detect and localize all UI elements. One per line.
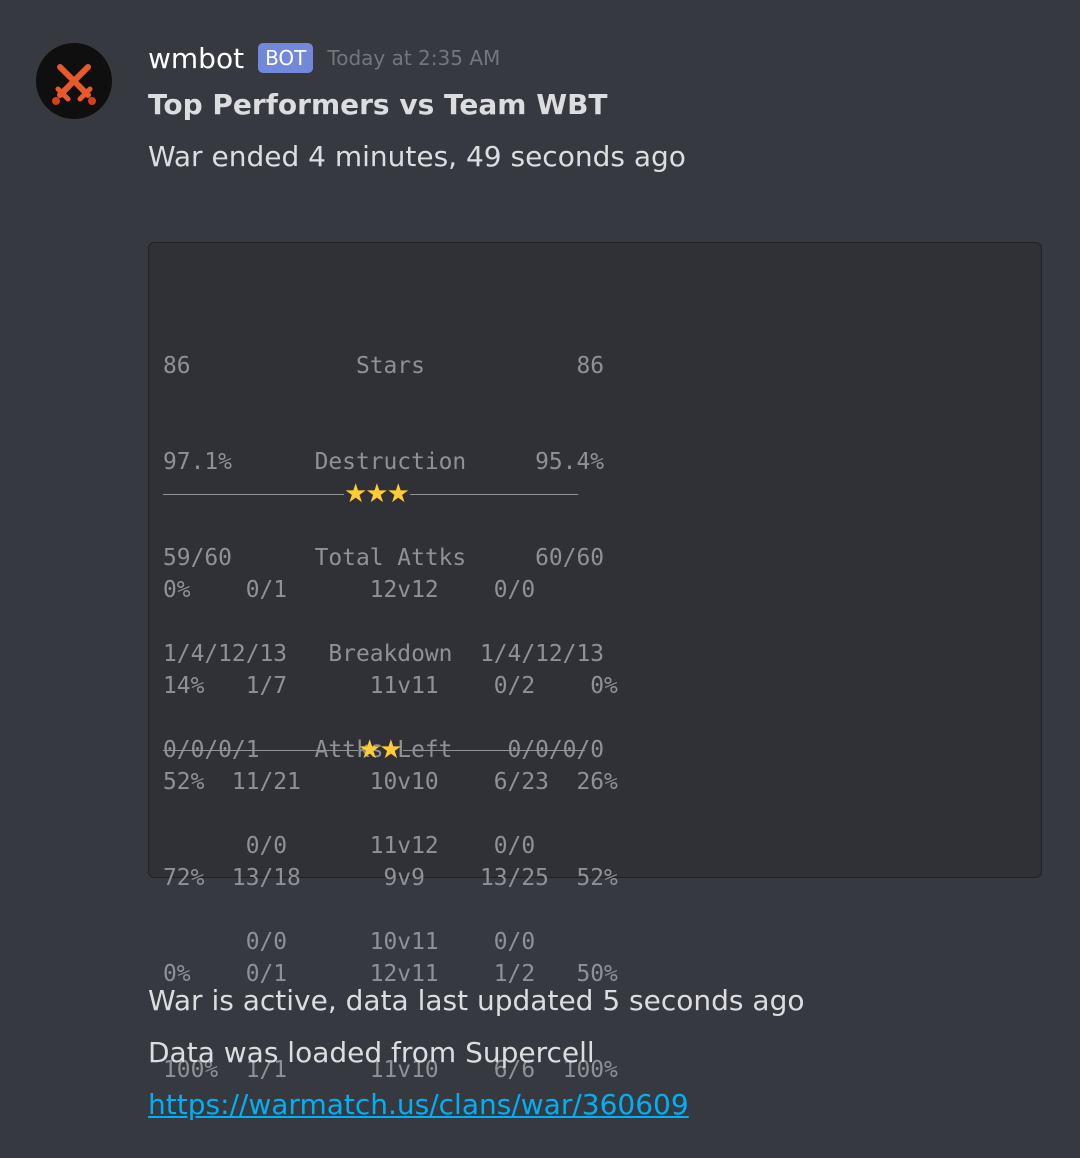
two-star-divider: ★★	[163, 734, 585, 766]
chat-message: wmbot BOT Today at 2:35 AM Top Performer…	[0, 0, 1080, 1158]
table-row: 0/0 11v12 0/0	[163, 833, 536, 859]
three-star-icon: ★★★	[344, 479, 410, 509]
three-star-divider: ★★★	[163, 478, 578, 510]
data-source-text: Data was loaded from Supercell	[148, 1036, 595, 1069]
summary-line-destruction: 97.1% Destruction 95.4%	[163, 449, 605, 475]
two-star-icon: ★★	[358, 735, 403, 765]
table-row: 0% 0/1 12v12 0/0	[163, 577, 536, 603]
message-header: wmbot BOT Today at 2:35 AM	[148, 36, 500, 80]
war-status-text: War is active, data last updated 5 secon…	[148, 984, 805, 1017]
username[interactable]: wmbot	[148, 42, 244, 75]
bot-badge: BOT	[258, 43, 314, 73]
divider-rule	[163, 749, 358, 751]
table-row: 0/0 10v11 0/0	[163, 929, 536, 955]
divider-rule	[402, 749, 585, 751]
crossed-swords-icon	[52, 64, 96, 105]
message-timestamp: Today at 2:35 AM	[327, 46, 501, 70]
divider-rule	[163, 493, 344, 495]
table-row: 14% 1/7 11v11 0/2 0%	[163, 673, 618, 699]
divider-rule	[409, 493, 578, 495]
embed-subtitle: War ended 4 minutes, 49 seconds ago	[148, 140, 686, 173]
avatar[interactable]	[36, 43, 112, 119]
summary-line-stars: 86 Stars 86	[163, 353, 605, 379]
war-link[interactable]: https://warmatch.us/clans/war/360609	[148, 1088, 689, 1121]
war-link-line: https://warmatch.us/clans/war/360609	[148, 1088, 689, 1121]
embed-title: Top Performers vs Team WBT	[148, 88, 608, 121]
